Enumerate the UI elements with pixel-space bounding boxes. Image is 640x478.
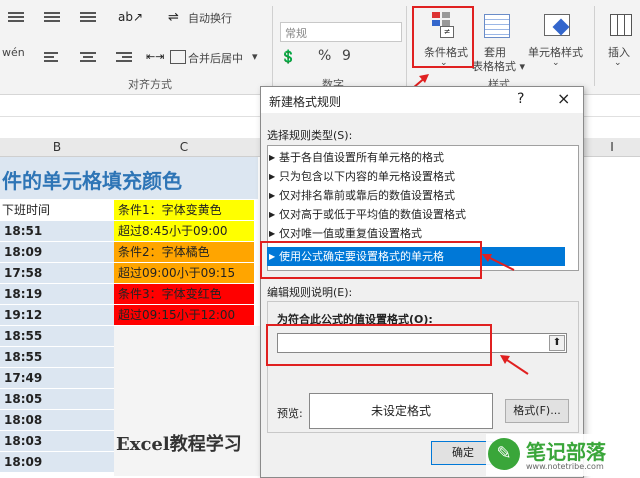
logo-name: 笔记部落	[526, 440, 606, 464]
condition-cell[interactable]: 条件1：字体变黄色	[114, 200, 254, 221]
align-left-icon[interactable]	[44, 50, 60, 64]
cell-style-icon[interactable]	[544, 14, 570, 36]
highlight-box-cond-format	[412, 6, 474, 68]
time-cell[interactable]: 18:05	[0, 389, 114, 410]
phonetic-label[interactable]: wén	[2, 46, 25, 59]
cell-style-dropdown-icon[interactable]: ⌄	[552, 58, 560, 68]
time-cell[interactable]: 18:19	[0, 284, 114, 305]
rule-item[interactable]: 仅对高于或低于平均值的数值设置格式	[267, 205, 565, 224]
collapse-dialog-icon[interactable]: ⬆	[549, 335, 565, 351]
insert-icon[interactable]	[610, 14, 632, 36]
currency-icon[interactable]: 💲	[280, 50, 296, 65]
close-button[interactable]: ×	[557, 89, 570, 108]
condition-cell[interactable]: 超过09:15小于12:00	[114, 305, 254, 326]
condition-cell[interactable]: 超过8:45小于09:00	[114, 221, 254, 242]
highlight-box-formula-input	[266, 324, 492, 366]
new-format-rule-dialog: 新建格式规则 ? × 选择规则类型(S): 基于各自值设置所有单元格的格式 只为…	[260, 86, 584, 478]
align-top-icon[interactable]	[8, 10, 24, 24]
column-header-i[interactable]: I	[584, 138, 640, 157]
condition-cell[interactable]: 条件2：字体橘色	[114, 242, 254, 263]
help-button[interactable]: ?	[517, 91, 524, 107]
logo-url: www.notetribe.com	[526, 462, 604, 471]
insert-dropdown-icon[interactable]: ⌄	[614, 58, 622, 68]
watermark-text: Excel教程学习	[116, 434, 242, 455]
rule-type-label: 选择规则类型(S):	[267, 129, 353, 142]
time-cell[interactable]: 18:09	[0, 242, 114, 263]
wrap-text-button[interactable]: 自动换行	[188, 10, 232, 26]
dialog-title: 新建格式规则	[269, 95, 342, 109]
time-cell[interactable]: 17:49	[0, 368, 114, 389]
sheet-title: 件的单元格填充颜色	[2, 169, 182, 193]
number-format-value: 常规	[285, 27, 307, 40]
orientation-icon[interactable]: ab↗	[118, 10, 143, 24]
condition-cell[interactable]: 条件3：字体变红色	[114, 284, 254, 305]
group-alignment-label: 对齐方式	[128, 78, 172, 91]
site-logo: ✎ 笔记部落 www.notetribe.com	[486, 434, 640, 476]
time-cell[interactable]: 18:03	[0, 431, 114, 452]
time-cell[interactable]: 18:09	[0, 452, 114, 473]
time-cell[interactable]: 18:08	[0, 410, 114, 431]
indent-icon[interactable]: ⇤⇥	[146, 50, 164, 64]
column-header-b[interactable]: B	[0, 138, 115, 157]
time-cell[interactable]: 19:12	[0, 305, 114, 326]
comma-style-button[interactable]: 9	[342, 48, 351, 64]
align-middle-icon[interactable]	[44, 10, 60, 24]
merge-dropdown-icon[interactable]: ▾	[252, 50, 258, 63]
align-right-icon[interactable]	[116, 50, 132, 64]
red-arrow-icon	[482, 254, 515, 271]
preview-box: 未设定格式	[309, 393, 493, 429]
edit-desc-label: 编辑规则说明(E):	[267, 286, 353, 299]
merge-center-icon[interactable]	[170, 50, 186, 64]
red-arrow-icon	[500, 355, 529, 375]
format-button[interactable]: 格式(F)...	[505, 399, 569, 423]
preview-label: 预览:	[277, 407, 303, 420]
title-cell[interactable]: 件的单元格填充颜色	[0, 157, 258, 199]
highlight-box-formula-rule	[260, 241, 482, 279]
merge-center-button[interactable]: 合并后居中	[188, 50, 243, 66]
column-header-c[interactable]: C	[114, 138, 255, 157]
percent-button[interactable]: %	[318, 48, 331, 64]
pen-icon: ✎	[488, 438, 520, 470]
align-center-icon[interactable]	[80, 50, 96, 64]
ribbon: wén ab↗ ⇌ 自动换行 ⇤⇥ 合并后居中 ▾ 对齐方式 常规 💲 % 9 …	[0, 0, 640, 95]
time-cell[interactable]: 18:55	[0, 326, 114, 347]
group-separator	[272, 6, 273, 86]
condition-cell[interactable]: 超过09:00小于09:15	[114, 263, 254, 284]
rule-item[interactable]: 只为包含以下内容的单元格设置格式	[267, 167, 565, 186]
group-separator	[594, 6, 595, 86]
time-cell[interactable]: 17:58	[0, 263, 114, 284]
table-format-icon[interactable]	[484, 14, 510, 38]
rule-item[interactable]: 仅对排名靠前或靠后的数值设置格式	[267, 186, 565, 205]
wrap-text-icon[interactable]: ⇌	[168, 10, 184, 25]
rule-item[interactable]: 基于各自值设置所有单元格的格式	[267, 148, 565, 167]
table-format-button-line2[interactable]: 表格格式 ▾	[472, 58, 525, 74]
number-format-select[interactable]: 常规	[280, 22, 402, 42]
time-cell[interactable]: 18:55	[0, 347, 114, 368]
time-cell[interactable]: 18:51	[0, 221, 114, 242]
header-cell-b[interactable]: 下班时间	[0, 200, 116, 221]
align-bottom-icon[interactable]	[80, 10, 96, 24]
